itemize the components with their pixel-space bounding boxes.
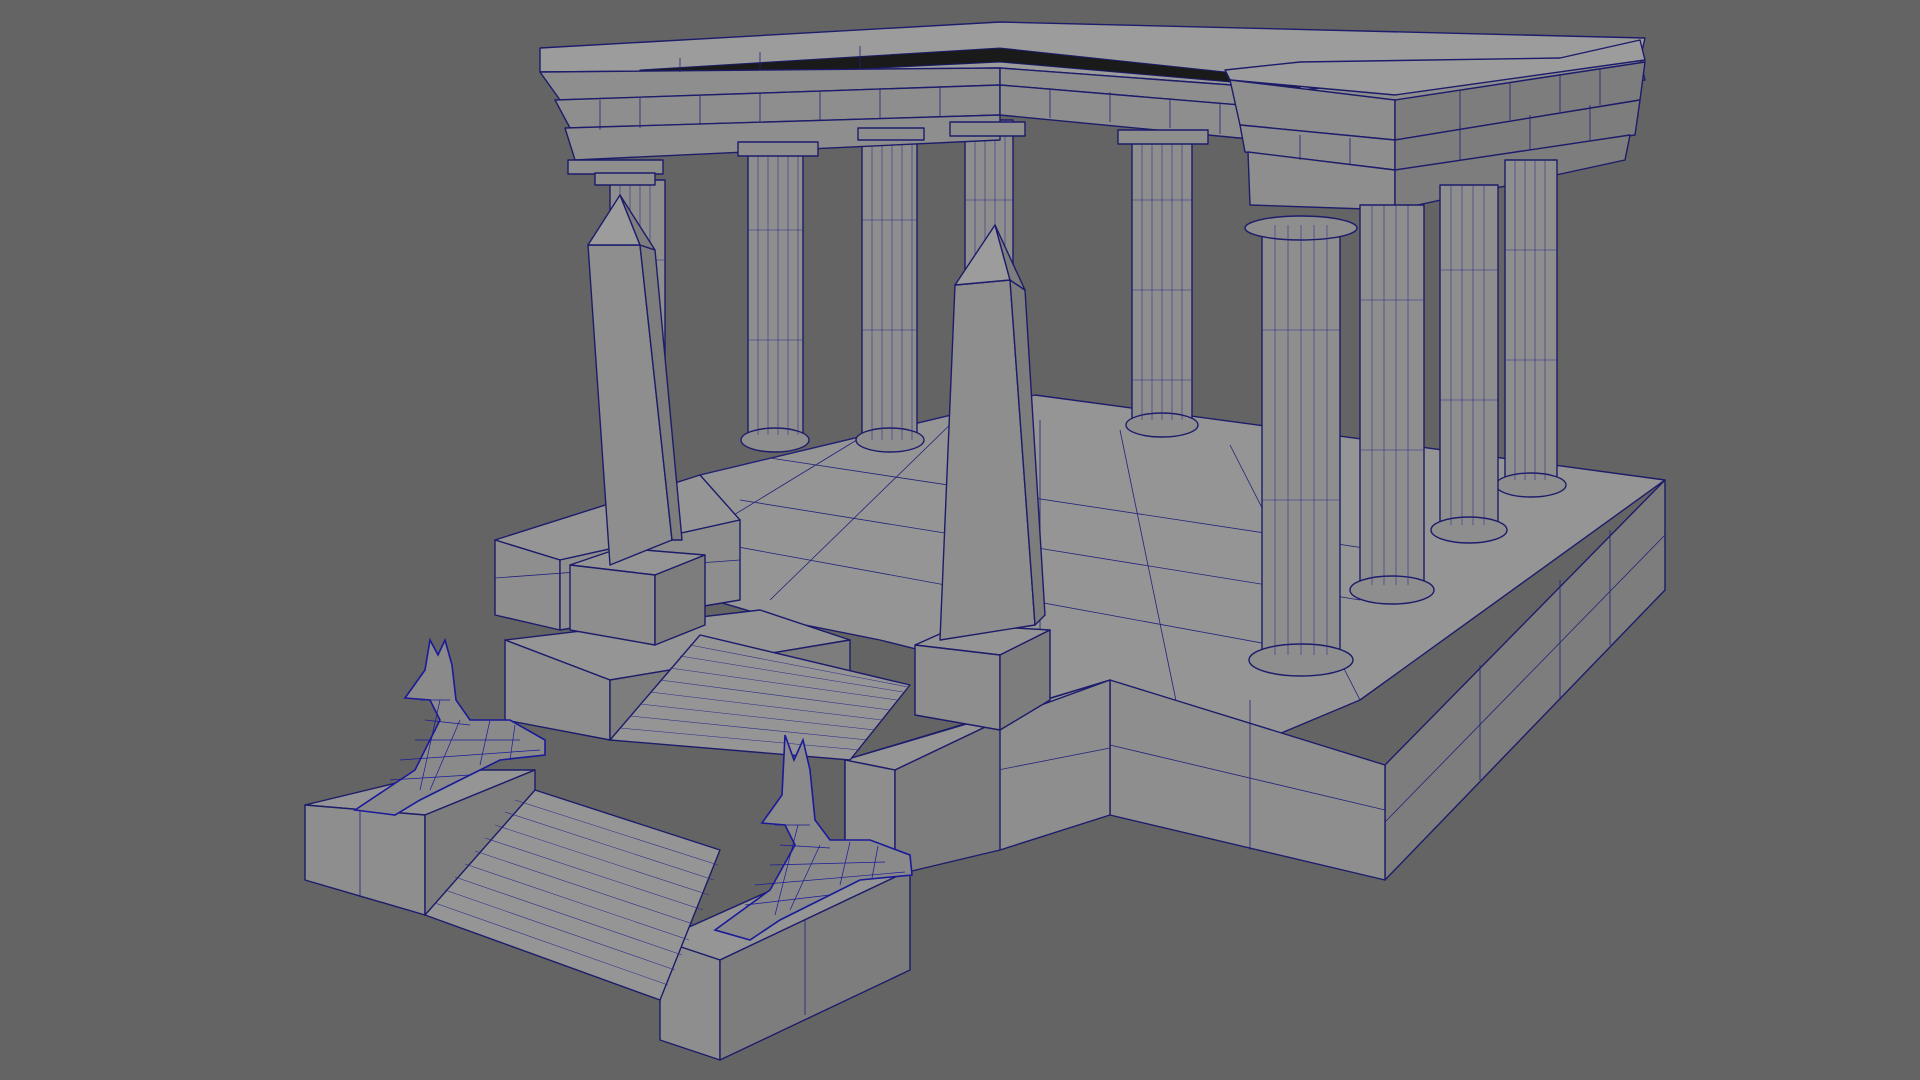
column[interactable] bbox=[1125, 134, 1199, 438]
column[interactable] bbox=[855, 139, 925, 453]
column[interactable] bbox=[1430, 184, 1508, 544]
column[interactable] bbox=[1244, 215, 1358, 677]
column[interactable] bbox=[740, 154, 810, 453]
column[interactable] bbox=[1349, 204, 1435, 605]
entablature[interactable] bbox=[539, 21, 1646, 211]
obelisk[interactable] bbox=[569, 194, 706, 646]
3d-viewport[interactable] bbox=[0, 0, 1920, 1080]
viewport-canvas[interactable] bbox=[0, 0, 1920, 1080]
column[interactable] bbox=[1495, 159, 1567, 498]
